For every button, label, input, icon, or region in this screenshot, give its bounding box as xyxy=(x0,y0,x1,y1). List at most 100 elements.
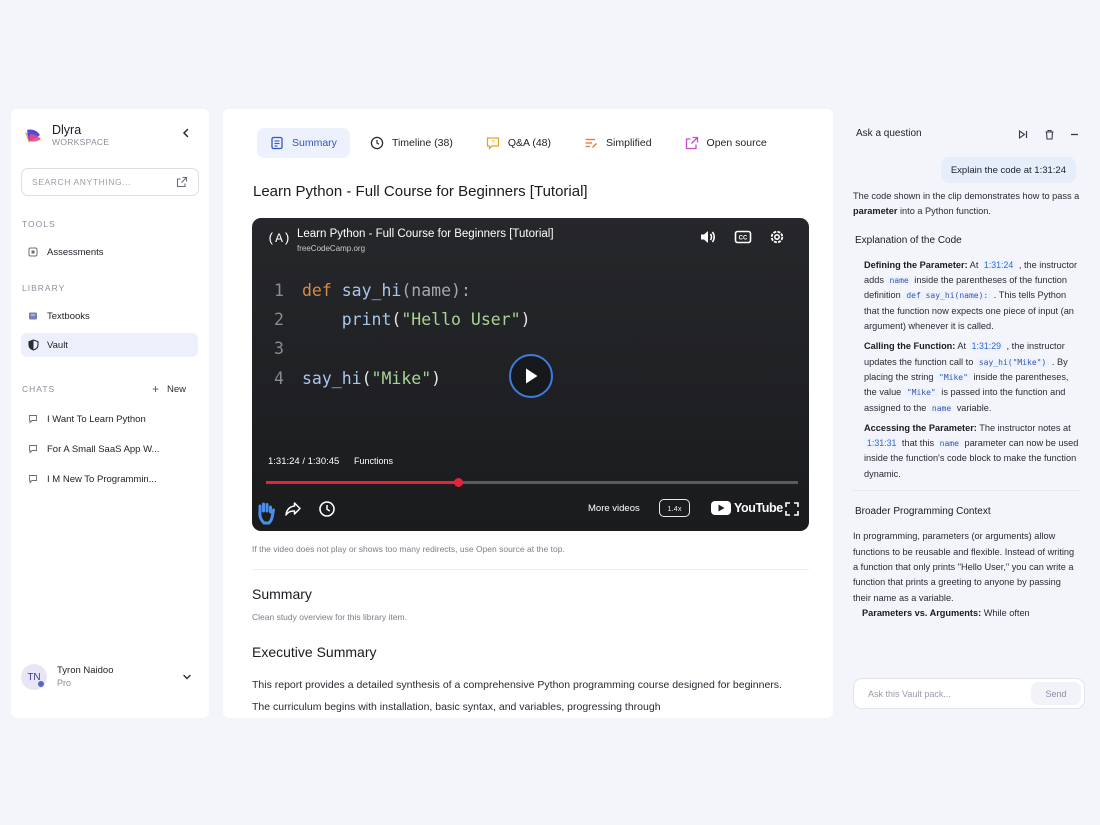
code-text: (name): xyxy=(401,281,471,300)
chat-bubble-icon xyxy=(27,443,39,455)
code-text: ) xyxy=(431,369,442,388)
share-icon[interactable] xyxy=(283,499,303,519)
chat-item[interactable]: For A Small SaaS App W... xyxy=(21,437,198,461)
minus-icon xyxy=(1070,133,1078,135)
chevron-down-icon[interactable] xyxy=(182,672,192,682)
tools-section-label: TOOLS xyxy=(22,219,56,229)
timestamp-link[interactable]: 1:31:31 xyxy=(864,438,900,449)
user-name: Tyron Naidoo xyxy=(57,665,114,676)
brand-name: Dlyra xyxy=(52,123,82,137)
summary-subtitle: Clean study overview for this library it… xyxy=(252,612,407,622)
youtube-play-icon xyxy=(711,501,731,515)
video-progress-bar[interactable] xyxy=(266,478,798,487)
sidebar-item-textbooks[interactable]: Textbooks xyxy=(21,304,198,328)
answer-point: Parameters vs. Arguments: While often xyxy=(862,607,1030,618)
user-plan: Pro xyxy=(57,678,72,688)
volume-icon[interactable] xyxy=(698,227,718,247)
line-number: 1 xyxy=(274,281,284,300)
new-chat-button[interactable]: + New xyxy=(152,382,186,396)
ask-input[interactable] xyxy=(868,688,1018,699)
status-dot xyxy=(38,681,44,687)
video-title[interactable]: Learn Python - Full Course for Beginners… xyxy=(297,228,554,240)
skip-forward-icon xyxy=(1018,129,1027,139)
user-message-bubble: Explain the code at 1:31:24 xyxy=(940,157,1076,183)
timestamp-link[interactable]: 1:31:29 xyxy=(968,341,1004,352)
line-number: 4 xyxy=(274,369,284,388)
send-button[interactable]: Send xyxy=(1031,682,1081,705)
collapse-sidebar-button[interactable] xyxy=(178,125,194,141)
sidebar-item-vault[interactable]: Vault xyxy=(21,333,198,357)
code-function: print xyxy=(341,310,392,329)
youtube-logo[interactable]: YouTube xyxy=(711,501,783,515)
fullscreen-icon[interactable] xyxy=(784,501,800,517)
svg-text:?: ? xyxy=(491,140,495,147)
video-channel[interactable]: freeCodeCamp.org xyxy=(297,244,365,253)
watch-later-clock-icon[interactable] xyxy=(317,499,337,519)
tab-summary[interactable]: Summary xyxy=(257,128,350,158)
code-line: 1 def say_hi (name): xyxy=(274,276,531,305)
shield-icon xyxy=(27,339,39,351)
external-link-icon xyxy=(685,136,698,150)
timestamp-link[interactable]: 1:31:24 xyxy=(980,259,1017,270)
tab-label: Open source xyxy=(706,137,767,149)
line-number: 3 xyxy=(274,339,284,358)
skip-forward-button[interactable] xyxy=(1012,123,1034,145)
code-string: "Mike" xyxy=(371,369,432,388)
chat-bubble-icon xyxy=(27,413,39,425)
video-help-note: If the video does not play or shows too … xyxy=(252,544,565,554)
library-section-label: LIBRARY xyxy=(22,283,66,293)
hand-raise-icon[interactable] xyxy=(256,502,276,526)
chevron-left-icon xyxy=(182,128,189,138)
settings-gear-icon[interactable] xyxy=(767,227,787,247)
more-videos-button[interactable]: More videos xyxy=(588,503,640,514)
list-edit-icon xyxy=(585,138,597,148)
channel-logo[interactable]: (A) xyxy=(266,227,292,249)
chat-item-label: I Want To Learn Python xyxy=(47,413,146,425)
chat-panel: Ask a question Explain the code at 1:31:… xyxy=(840,109,1092,718)
playback-speed-badge[interactable]: 1.4x xyxy=(659,499,690,517)
brand-logo-icon xyxy=(25,129,41,143)
assessment-icon xyxy=(27,246,39,258)
tab-qa[interactable]: ? Q&A (48) xyxy=(473,128,564,158)
chat-item[interactable]: I M New To Programmin... xyxy=(21,467,198,491)
brand[interactable]: Dlyra WORKSPACE xyxy=(23,123,109,148)
avatar: TN xyxy=(21,664,47,690)
external-link-icon[interactable] xyxy=(176,176,188,188)
tab-open-source[interactable]: Open source xyxy=(672,128,780,158)
code-keyword: def xyxy=(302,281,332,300)
chat-item[interactable]: I Want To Learn Python xyxy=(21,407,198,431)
search-box[interactable] xyxy=(21,168,199,196)
sidebar-item-label: Assessments xyxy=(47,246,104,258)
code-line: 4 say_hi("Mike") xyxy=(274,364,531,393)
code-string: "Hello User" xyxy=(401,310,521,329)
chat-bubble-icon xyxy=(27,473,39,485)
search-input[interactable] xyxy=(32,177,162,187)
tab-label: Q&A (48) xyxy=(507,137,552,149)
sidebar-item-assessments[interactable]: Assessments xyxy=(21,240,198,264)
chat-item-label: I M New To Programmin... xyxy=(47,473,157,485)
assistant-answer: The code shown in the clip demonstrates … xyxy=(853,189,1081,669)
user-menu[interactable]: TN Tyron Naidoo Pro xyxy=(21,661,198,693)
video-chapter[interactable]: Functions xyxy=(354,456,393,466)
answer-heading: Explanation of the Code xyxy=(855,234,962,246)
ask-input-box[interactable]: Send xyxy=(853,678,1085,709)
captions-icon[interactable]: CC xyxy=(733,227,753,247)
new-chat-label: New xyxy=(167,383,187,395)
play-button[interactable] xyxy=(509,354,553,398)
tab-label: Simplified xyxy=(606,137,652,149)
play-icon xyxy=(526,368,538,384)
code-line: 2 print("Hello User") xyxy=(274,305,531,334)
answer-point: Accessing the Parameter: The instructor … xyxy=(864,422,1079,479)
progress-scrubber[interactable] xyxy=(453,478,463,487)
page-title: Learn Python - Full Course for Beginners… xyxy=(253,183,588,200)
sidebar-item-label: Vault xyxy=(47,339,68,351)
video-player[interactable]: (A) Learn Python - Full Course for Begin… xyxy=(252,218,809,531)
answer-point: Defining the Parameter: At 1:31:24 , the… xyxy=(864,259,1078,332)
minimize-button[interactable] xyxy=(1063,123,1085,145)
executive-summary-heading: Executive Summary xyxy=(252,644,377,660)
brand-subtitle: WORKSPACE xyxy=(52,137,110,147)
tab-timeline[interactable]: Timeline (38) xyxy=(357,128,466,158)
tab-simplified[interactable]: Simplified xyxy=(571,128,665,158)
answer-heading: Broader Programming Context xyxy=(855,506,991,518)
delete-button[interactable] xyxy=(1038,123,1060,145)
